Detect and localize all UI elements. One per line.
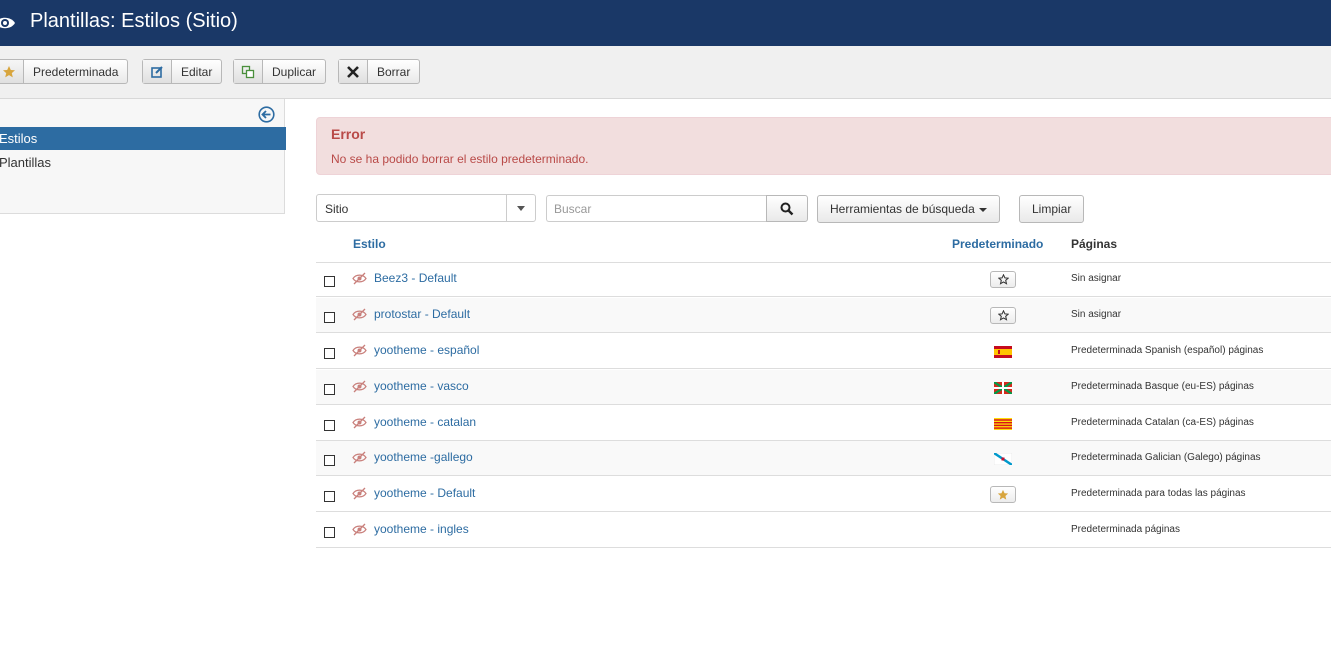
star-empty-icon	[997, 310, 1009, 321]
default-flag	[990, 450, 1016, 468]
page-title: Plantillas: Estilos (Sitio)	[30, 10, 238, 32]
edit-icon	[143, 60, 172, 83]
pages-cell: Sin asignar	[1071, 309, 1122, 320]
copy-icon	[234, 60, 263, 83]
search-icon	[780, 202, 794, 215]
style-name-link[interactable]: yootheme - Default	[374, 486, 475, 500]
row-checkbox[interactable]	[324, 348, 335, 359]
star-icon	[0, 60, 24, 83]
default-button-label: Predeterminada	[33, 64, 119, 79]
search-input[interactable]	[546, 195, 766, 222]
page-header: Plantillas: Estilos (Sitio)	[0, 0, 1331, 46]
star-empty-icon	[997, 274, 1009, 285]
table-row: Beez3 - Default Sin asignar	[316, 262, 1331, 297]
hidden-eye-icon	[352, 344, 367, 357]
row-checkbox[interactable]	[324, 276, 335, 287]
table-row: yootheme - español Predeterminada Spanis…	[316, 334, 1331, 369]
caret-down-icon	[978, 208, 987, 212]
set-default-button[interactable]	[990, 307, 1016, 324]
search-button[interactable]	[766, 195, 808, 222]
pages-cell: Predeterminada páginas	[1071, 524, 1180, 535]
pages-cell: Predeterminada para todas las páginas	[1071, 488, 1246, 499]
column-header-pages: Páginas	[1071, 237, 1118, 251]
alert-message: No se ha podido borrar el estilo predete…	[331, 152, 589, 166]
column-header-style[interactable]: Estilo	[353, 237, 386, 251]
star-filled-icon	[997, 489, 1009, 500]
flag-es-icon	[994, 346, 1012, 358]
hidden-eye-icon	[352, 416, 367, 429]
clear-button[interactable]: Limpiar	[1019, 195, 1085, 223]
alert-heading: Error	[331, 126, 366, 142]
clear-button-label: Limpiar	[1032, 202, 1072, 216]
row-checkbox[interactable]	[324, 527, 335, 538]
duplicate-button-label: Duplicar	[272, 64, 317, 79]
hidden-eye-icon	[352, 451, 367, 464]
table-row: yootheme -gallego Predeterminada Galicia…	[316, 441, 1331, 476]
hidden-eye-icon	[352, 487, 367, 500]
set-default-button[interactable]	[990, 271, 1016, 288]
table-row: yootheme - catalan Predeterminada Catala…	[316, 406, 1331, 441]
row-checkbox[interactable]	[324, 384, 335, 395]
style-name-link[interactable]: yootheme - vasco	[374, 379, 469, 393]
row-checkbox[interactable]	[324, 491, 335, 502]
table-row: yootheme - vasco Predeterminada Basque (…	[316, 370, 1331, 405]
pages-cell: Predeterminada Catalan (ca-ES) páginas	[1071, 417, 1254, 428]
chevron-down-icon	[506, 195, 535, 221]
sidebar-item-templates[interactable]: Plantillas	[0, 151, 286, 174]
pages-cell: Predeterminada Basque (eu-ES) páginas	[1071, 381, 1254, 392]
collapse-sidebar-icon[interactable]	[258, 106, 275, 123]
row-checkbox[interactable]	[324, 420, 335, 431]
delete-button-label: Borrar	[377, 64, 411, 79]
search-tools-label: Herramientas de búsqueda	[830, 202, 975, 216]
table-row: yootheme - ingles Predeterminada páginas	[316, 513, 1331, 548]
hidden-eye-icon	[352, 272, 367, 285]
hidden-eye-icon	[352, 380, 367, 393]
default-indicator-button[interactable]	[990, 486, 1016, 503]
delete-icon	[339, 60, 368, 83]
flag-ca-icon	[994, 418, 1012, 430]
hidden-eye-icon	[352, 523, 367, 536]
flag-gl-icon	[994, 453, 1012, 465]
style-name-link[interactable]: yootheme - catalan	[374, 415, 476, 429]
table-header: Estilo Predeterminado Páginas	[316, 232, 1331, 263]
style-name-link[interactable]: yootheme -gallego	[374, 450, 473, 464]
search-tools-button[interactable]: Herramientas de búsqueda	[817, 195, 1000, 223]
style-name-link[interactable]: Beez3 - Default	[374, 271, 457, 285]
default-flag	[990, 343, 1016, 361]
pages-cell: Predeterminada Spanish (español) páginas	[1071, 345, 1264, 356]
sidebar-item-styles[interactable]: Estilos	[0, 127, 286, 150]
pages-cell: Predeterminada Galician (Galego) páginas	[1071, 452, 1261, 463]
column-header-default[interactable]: Predeterminado	[952, 237, 1043, 251]
duplicate-button[interactable]: Duplicar	[233, 59, 327, 84]
flag-eu-icon	[994, 382, 1012, 394]
client-select[interactable]: Sitio	[316, 194, 536, 222]
toolbar: Predeterminada Editar Duplicar Borrar	[0, 46, 1331, 99]
edit-button[interactable]: Editar	[142, 59, 223, 84]
eye-icon	[0, 17, 15, 29]
style-name-link[interactable]: yootheme - español	[374, 343, 479, 357]
error-alert: Error No se ha podido borrar el estilo p…	[316, 117, 1331, 175]
row-checkbox[interactable]	[324, 455, 335, 466]
style-name-link[interactable]: yootheme - ingles	[374, 522, 469, 536]
pages-cell: Sin asignar	[1071, 273, 1122, 284]
table-row: protostar - Default Sin asignar	[316, 298, 1331, 333]
default-button[interactable]: Predeterminada	[0, 59, 129, 84]
default-flag	[990, 379, 1016, 397]
table-row: yootheme - Default Predeterminada para t…	[316, 477, 1331, 512]
row-checkbox[interactable]	[324, 312, 335, 323]
sidebar: Estilos Plantillas	[0, 99, 286, 214]
default-flag	[990, 415, 1016, 433]
style-name-link[interactable]: protostar - Default	[374, 307, 470, 321]
delete-button[interactable]: Borrar	[338, 59, 421, 84]
client-select-value: Sitio	[325, 202, 349, 216]
edit-button-label: Editar	[181, 64, 213, 79]
hidden-eye-icon	[352, 308, 367, 321]
